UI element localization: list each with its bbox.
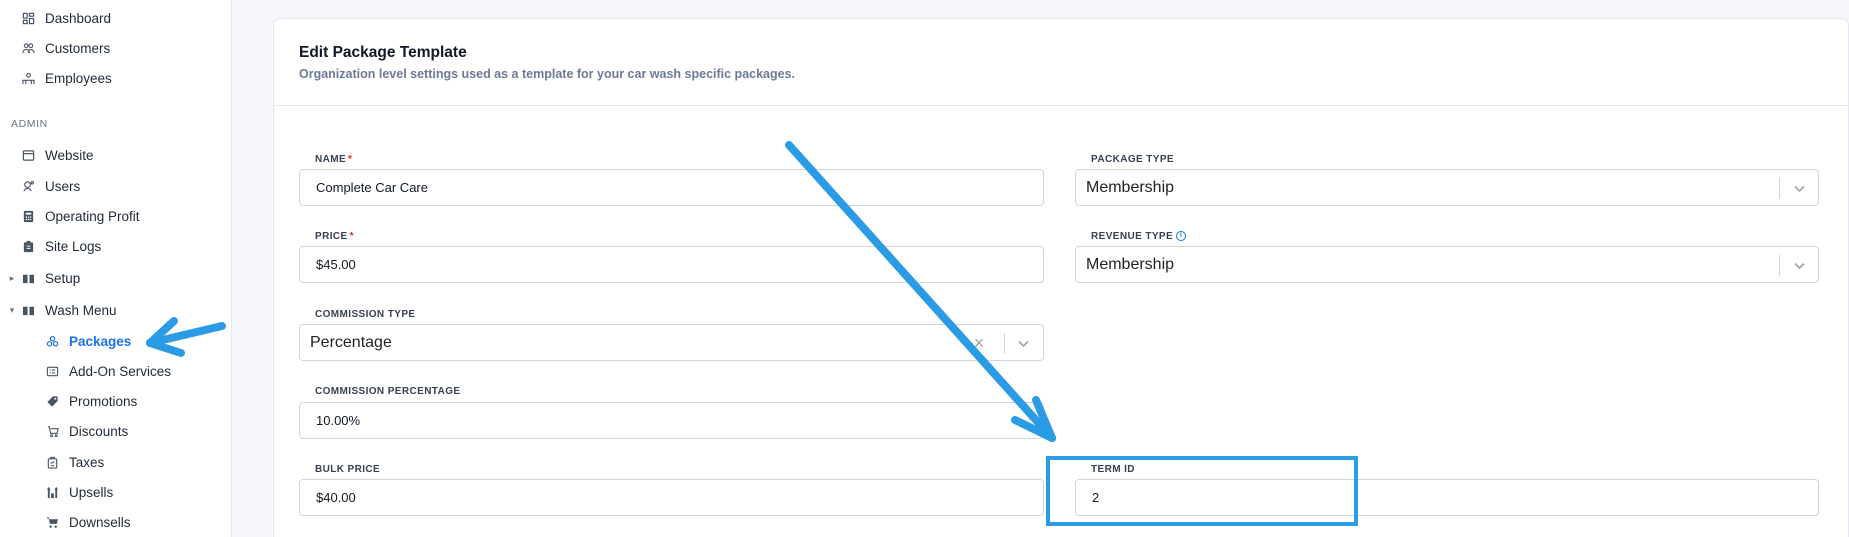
sidebar: Dashboard Customers Employees ADMIN Webs… [0,0,232,537]
sidebar-item-website[interactable]: Website [0,142,94,168]
commission-percentage-input[interactable]: 10.00% [299,402,1044,439]
discount-icon [45,424,59,438]
card-header: Edit Package Template Organization level… [274,19,1848,106]
sidebar-item-label: Upsells [69,484,114,500]
select-separator [1004,333,1005,354]
required-asterisk: * [349,231,354,242]
sidebar-item-dashboard[interactable]: Dashboard [0,5,111,31]
required-asterisk: * [348,154,353,165]
chevron-down-icon[interactable] [1790,256,1808,274]
book-icon [21,271,35,285]
sidebar-item-label: Packages [69,333,132,349]
sidebar-item-downsells[interactable]: Downsells [0,509,131,535]
sidebar-item-label: Wash Menu [45,302,117,318]
sidebar-item-label: Dashboard [45,10,112,26]
admin-section-label: ADMIN [11,118,48,130]
dashboard-icon [21,11,35,25]
sidebar-item-label: Setup [45,270,81,286]
sidebar-item-label: Users [45,178,81,194]
cart-icon [45,515,59,529]
sidebar-item-taxes[interactable]: Taxes [0,449,104,475]
sidebar-item-label: Downsells [69,514,131,530]
commission-type-label: COMMISSION TYPE [315,309,416,320]
revenue-type-label: REVENUE TYPE i [1091,231,1187,242]
caret-down-icon[interactable]: ▾ [8,305,16,315]
sidebar-item-label: Taxes [69,454,105,470]
list-icon [45,364,59,378]
users-icon [21,179,35,193]
name-label: NAME * [315,154,353,165]
select-separator [1779,178,1780,199]
revenue-type-select[interactable]: Membership [1075,246,1819,283]
sidebar-item-label: Discounts [69,423,129,439]
bulk-price-label: BULK PRICE [315,464,381,475]
sidebar-item-label: Employees [45,70,112,86]
calculator-icon [21,209,35,223]
term-id-highlight-box [1046,456,1358,526]
page-subtitle: Organization level settings used as a te… [299,67,796,81]
sidebar-item-promotions[interactable]: Promotions [0,388,137,414]
sidebar-item-label: Operating Profit [45,208,140,224]
package-type-select[interactable]: Membership [1075,169,1819,206]
website-icon [21,148,35,162]
revenue-type-value: Membership [1086,255,1175,273]
commission-type-select[interactable]: Percentage × [299,324,1044,361]
package-type-label: PACKAGE TYPE [1091,154,1174,165]
commission-percentage-label: COMMISSION PERCENTAGE [315,386,461,397]
select-separator [1779,255,1780,276]
taxes-icon [45,455,59,469]
sidebar-item-site-logs[interactable]: Site Logs [0,233,101,259]
package-type-value: Membership [1086,178,1175,196]
sidebar-item-discounts[interactable]: Discounts [0,418,128,444]
price-input[interactable]: $45.00 [299,246,1044,283]
sidebar-item-users[interactable]: Users [0,173,80,199]
customers-icon [21,41,35,55]
page-title: Edit Package Template [299,44,467,61]
commission-type-value: Percentage [310,333,392,351]
sidebar-item-label: Customers [45,40,111,56]
sidebar-item-setup[interactable]: ▸ Setup [0,265,81,291]
sidebar-item-upsells[interactable]: Upsells [0,479,113,505]
price-label: PRICE * [315,231,354,242]
bulk-price-input[interactable]: $40.00 [299,479,1044,516]
sidebar-item-label: Add-On Services [69,363,172,379]
name-input[interactable]: Complete Car Care [299,169,1044,206]
tag-icon [45,394,59,408]
sidebar-item-employees[interactable]: Employees [0,65,112,91]
sidebar-item-label: Website [45,147,94,163]
chevron-down-icon[interactable] [1790,179,1808,197]
sidebar-item-add-on-services[interactable]: Add-On Services [0,358,171,384]
employees-icon [21,71,35,85]
sidebar-item-packages[interactable]: Packages [0,328,131,354]
sidebar-item-customers[interactable]: Customers [0,35,110,61]
sidebar-item-label: Site Logs [45,238,102,254]
clear-icon[interactable]: × [970,333,988,353]
info-icon[interactable]: i [1176,231,1187,242]
book-icon [21,303,35,317]
sidebar-item-label: Promotions [69,393,138,409]
sidebar-item-operating-profit[interactable]: Operating Profit [0,203,140,229]
upsells-icon [45,485,59,499]
caret-right-icon[interactable]: ▸ [8,273,16,283]
sidebar-item-wash-menu[interactable]: ▾ Wash Menu [0,297,117,323]
clipboard-icon [21,239,35,253]
packages-icon [45,334,59,348]
chevron-down-icon[interactable] [1014,334,1032,352]
